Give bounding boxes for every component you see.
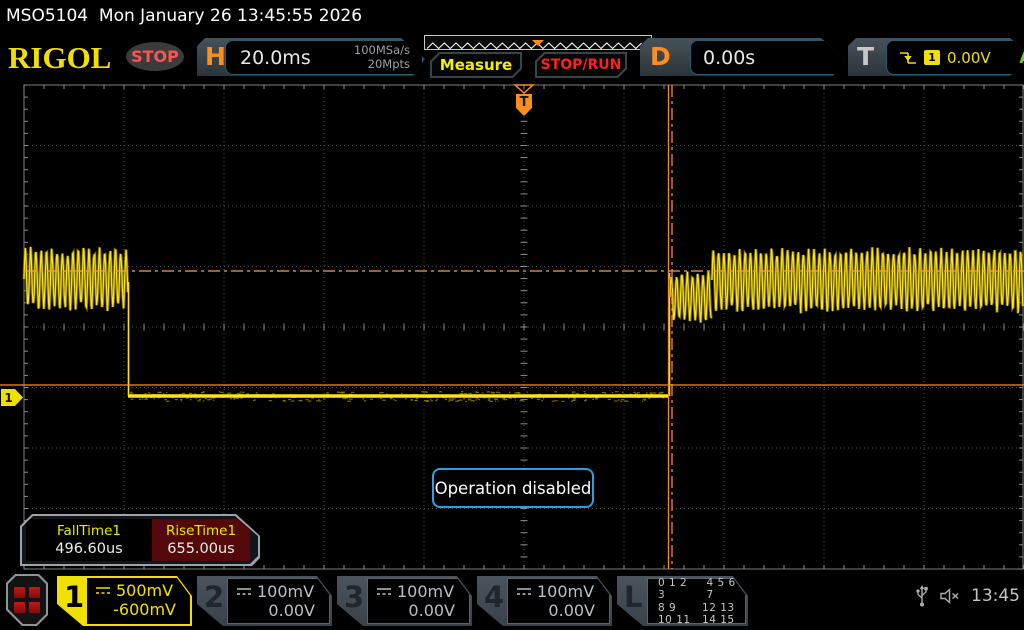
horizontal-label: H — [205, 38, 226, 76]
logic-row: 0 1 2 3 — [658, 577, 697, 601]
delay-value-display: 0.00s — [690, 40, 852, 75]
trigger-source-badge: 1 — [924, 50, 940, 65]
dc-coupling-icon — [376, 587, 392, 596]
channel-offset: 0.00V — [228, 601, 329, 620]
timebase-value: 20.0ms — [226, 47, 311, 69]
trigger-label: T — [857, 38, 874, 76]
svg-text:1: 1 — [4, 391, 12, 405]
stop-run-button-label: STOP/RUN — [537, 54, 625, 76]
measurement-results-panel[interactable]: FallTime1 496.60us RiseTime1 655.00us — [20, 514, 260, 566]
channel-scale: 100mV — [537, 582, 594, 601]
measurement-value: 496.60us — [55, 541, 122, 557]
sample-rate: 100MSa/s — [354, 43, 410, 57]
logic-row: 8 9 10 11 — [658, 602, 692, 626]
delay-settings-box[interactable]: D 0.00s — [640, 38, 845, 76]
measurement-label: RiseTime1 — [166, 523, 236, 539]
channel-scale: 500mV — [116, 581, 173, 600]
logic-channel-list: 0 1 2 3 4 5 6 7 8 9 10 11 12 13 14 15 — [647, 578, 746, 624]
measurement-results-inner: FallTime1 496.60us RiseTime1 655.00us — [22, 516, 258, 564]
trigger-sweep-mode: A — [1019, 49, 1024, 67]
speaker-muted-icon — [939, 586, 961, 606]
channel-1-settings: 500mV -600mV — [87, 578, 190, 624]
channel-number: 2 — [204, 583, 224, 612]
rigol-logo: RIGOL — [8, 42, 111, 73]
channel-4-settings: 100mV 0.00V — [507, 578, 610, 624]
usb-icon — [915, 584, 929, 608]
channel-number: 1 — [64, 583, 84, 612]
channel-1-tab[interactable]: 1 500mV -600mV — [57, 576, 192, 626]
measurement-item-risetime[interactable]: RiseTime1 655.00us — [152, 519, 250, 561]
logic-channels-tab[interactable]: L 0 1 2 3 4 5 6 7 8 9 10 11 12 13 14 15 — [617, 576, 748, 626]
channel-2-tab[interactable]: 2 100mV 0.00V — [197, 576, 332, 626]
measure-button[interactable]: Measure — [430, 52, 522, 78]
waveform-preview-icon — [425, 40, 649, 51]
delay-value: 0.00s — [703, 47, 755, 69]
channel-status-bar: 1 500mV -600mV 2 — [0, 570, 1024, 630]
channel-offset: -600mV — [87, 600, 190, 619]
measure-button-label: Measure — [432, 54, 520, 76]
svg-text:T: T — [520, 95, 529, 110]
menu-grid-icon — [14, 587, 40, 613]
acquisition-state-pill: STOP — [126, 42, 184, 71]
header-bar: RIGOL STOP H 20.0ms 100MSa/s 20Mpts Meas… — [0, 33, 1024, 81]
falling-edge-icon — [899, 50, 917, 65]
channel-offset: 0.00V — [368, 601, 469, 620]
channel-scale: 100mV — [257, 582, 314, 601]
logic-row: 4 5 6 7 — [707, 577, 746, 601]
stop-run-button[interactable]: STOP/RUN — [535, 52, 627, 78]
logic-row: 12 13 14 15 — [702, 602, 745, 626]
window-title: MSO5104 Mon January 26 13:45:55 2026 — [0, 0, 1024, 33]
delay-label: D — [650, 38, 671, 76]
status-indicators: 13:45 — [915, 584, 1020, 608]
horizontal-settings-box[interactable]: H 20.0ms 100MSa/s 20Mpts — [197, 38, 425, 76]
dc-coupling-icon — [236, 587, 252, 596]
channel-4-tab[interactable]: 4 100mV 0.00V — [477, 576, 612, 626]
measurement-label: FallTime1 — [57, 523, 121, 539]
dc-coupling-icon — [95, 586, 111, 595]
channel-3-settings: 100mV 0.00V — [367, 578, 470, 624]
measurement-item-falltime[interactable]: FallTime1 496.60us — [26, 519, 152, 561]
horizontal-preview-strip[interactable] — [424, 35, 652, 50]
memory-depth: 20Mpts — [354, 57, 410, 71]
main-menu-button[interactable] — [6, 574, 48, 626]
logic-label: L — [624, 583, 642, 612]
channel-number: 3 — [344, 583, 364, 612]
oscilloscope-screen: MSO5104 Mon January 26 13:45:55 2026 RIG… — [0, 0, 1024, 630]
trigger-settings-box[interactable]: T 1 0.00V A — [848, 38, 1024, 76]
trigger-level-value: 0.00V — [947, 49, 991, 67]
clock-display: 13:45 — [971, 586, 1020, 606]
channel-number: 4 — [484, 583, 504, 612]
channel-offset: 0.00V — [508, 601, 609, 620]
message-box: Operation disabled — [432, 468, 594, 508]
channel-3-tab[interactable]: 3 100mV 0.00V — [337, 576, 472, 626]
channel-scale: 100mV — [397, 582, 454, 601]
timebase-display: 20.0ms 100MSa/s 20Mpts — [225, 40, 423, 75]
dc-coupling-icon — [516, 587, 532, 596]
sample-rate-display: 100MSa/s 20Mpts — [354, 43, 410, 72]
measurement-value: 655.00us — [167, 541, 234, 557]
channel-2-settings: 100mV 0.00V — [227, 578, 330, 624]
trigger-info-display: 1 0.00V A — [886, 40, 1024, 75]
